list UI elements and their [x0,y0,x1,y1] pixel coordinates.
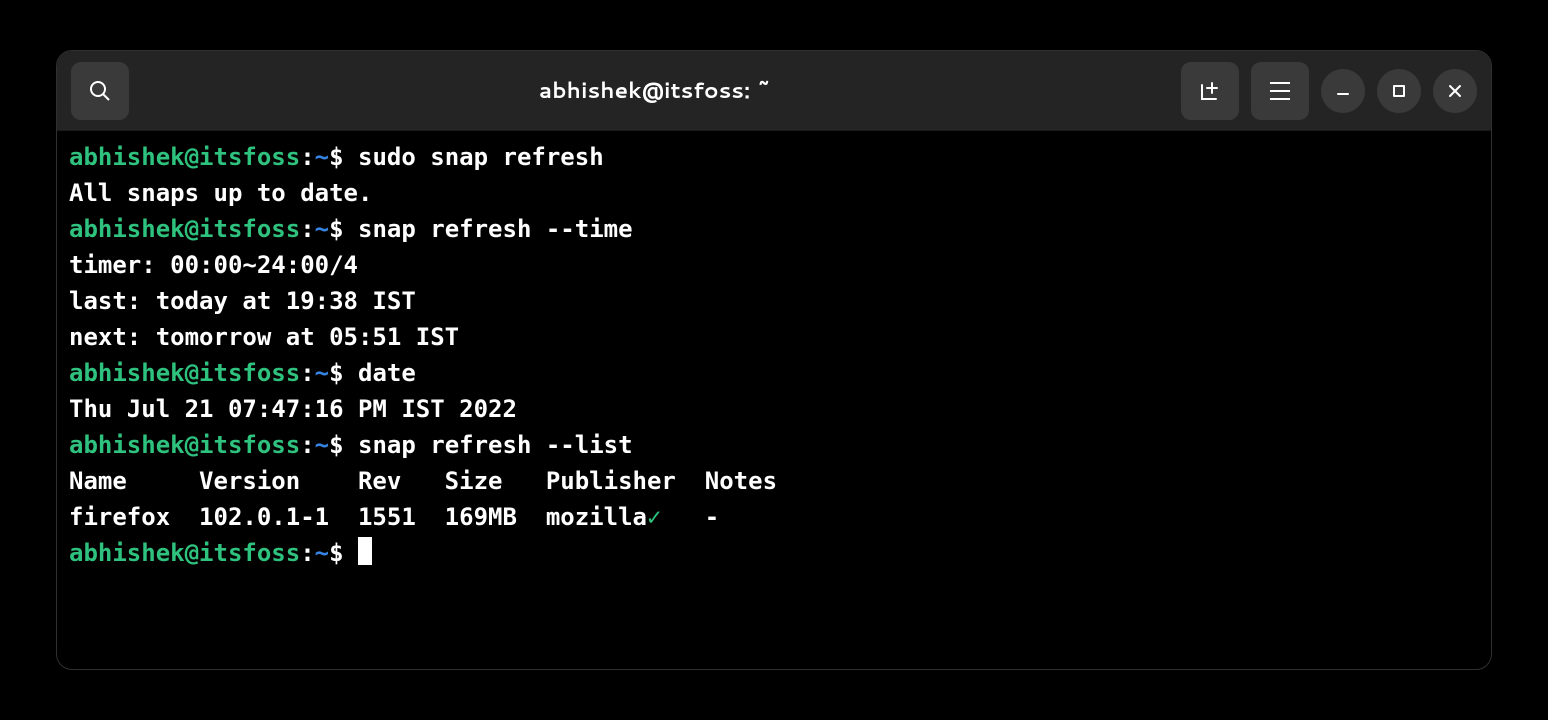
path: ~ [315,215,329,243]
prompt-line: abhishek@itsfoss:~$ [69,535,1479,571]
user-host: abhishek@itsfoss [69,215,300,243]
minimize-icon [1334,82,1352,100]
titlebar[interactable]: abhishek@itsfoss: ~ [57,51,1491,131]
prompt-line: abhishek@itsfoss:~$ snap refresh --time [69,211,1479,247]
terminal-window: abhishek@itsfoss: ~ [56,50,1492,670]
search-button[interactable] [71,62,129,120]
new-tab-icon [1198,79,1222,103]
path: ~ [315,539,329,567]
output-line: timer: 00:00~24:00/4 [69,247,1479,283]
output-line: next: tomorrow at 05:51 IST [69,319,1479,355]
output-line: Thu Jul 21 07:47:16 PM IST 2022 [69,391,1479,427]
command-text: date [358,359,416,387]
close-icon [1446,82,1464,100]
prompt-line: abhishek@itsfoss:~$ date [69,355,1479,391]
cursor [358,537,372,565]
titlebar-left [71,62,129,120]
user-host: abhishek@itsfoss [69,431,300,459]
user-host: abhishek@itsfoss [69,143,300,171]
new-tab-button[interactable] [1181,62,1239,120]
verified-check-icon: ✓ [647,503,661,531]
path: ~ [315,143,329,171]
minimize-button[interactable] [1321,69,1365,113]
command-text: snap refresh --list [358,431,633,459]
hamburger-menu-icon [1270,79,1290,103]
prompt-line: abhishek@itsfoss:~$ sudo snap refresh [69,139,1479,175]
menu-button[interactable] [1251,62,1309,120]
prompt-line: abhishek@itsfoss:~$ snap refresh --list [69,427,1479,463]
terminal-body[interactable]: abhishek@itsfoss:~$ sudo snap refresh Al… [57,131,1491,579]
window-title: abhishek@itsfoss: ~ [139,75,1171,106]
command-text: snap refresh --time [358,215,633,243]
output-line: All snaps up to date. [69,175,1479,211]
search-icon [88,79,112,103]
close-button[interactable] [1433,69,1477,113]
user-host: abhishek@itsfoss [69,539,300,567]
path: ~ [315,431,329,459]
command-text: sudo snap refresh [358,143,604,171]
user-host: abhishek@itsfoss [69,359,300,387]
titlebar-right [1181,62,1477,120]
output-line: last: today at 19:38 IST [69,283,1479,319]
table-header: Name Version Rev Size Publisher Notes [69,463,1479,499]
table-row: firefox 102.0.1-1 1551 169MB mozilla✓ - [69,499,1479,535]
maximize-button[interactable] [1377,69,1421,113]
path: ~ [315,359,329,387]
maximize-icon [1390,82,1408,100]
